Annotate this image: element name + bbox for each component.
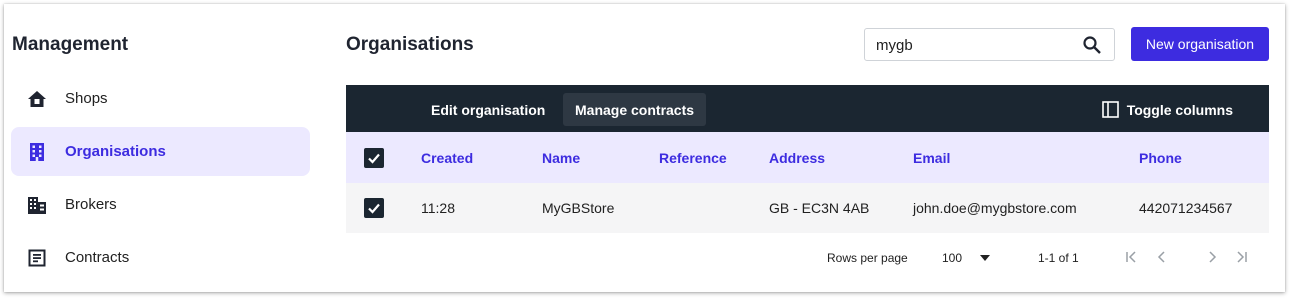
building-icon [27, 142, 47, 162]
column-header-created[interactable]: Created [421, 132, 473, 183]
last-page-icon[interactable] [1232, 247, 1252, 267]
sidebar-item-label: Brokers [65, 196, 117, 213]
next-page-icon[interactable] [1202, 247, 1222, 267]
column-header-email[interactable]: Email [913, 132, 950, 183]
first-page-icon[interactable] [1121, 247, 1141, 267]
column-header-phone[interactable]: Phone [1139, 132, 1182, 183]
cell-phone: 442071234567 [1139, 200, 1233, 216]
sidebar-item-shops[interactable]: Shops [11, 74, 310, 123]
sidebar-item-label: Shops [65, 90, 108, 107]
columns-icon [1101, 101, 1119, 118]
sidebar-item-organisations[interactable]: Organisations [11, 127, 310, 176]
cell-email: john.doe@mygbstore.com [913, 200, 1077, 216]
broker-building-icon [27, 195, 47, 215]
sidebar-item-brokers[interactable]: Brokers [11, 180, 310, 229]
app-window: Management Shops Organisations Brokers C… [4, 4, 1285, 292]
sidebar: Management Shops Organisations Brokers C… [4, 4, 324, 292]
edit-organisation-button[interactable]: Edit organisation [419, 93, 557, 126]
search-icon[interactable] [1082, 35, 1102, 55]
row-checkbox[interactable] [364, 198, 384, 218]
toggle-columns-label: Toggle columns [1126, 101, 1233, 118]
sidebar-title: Management [12, 34, 129, 55]
column-header-address[interactable]: Address [769, 132, 825, 183]
pagination-range: 1-1 of 1 [1038, 250, 1079, 265]
sidebar-item-label: Contracts [65, 249, 130, 266]
column-header-reference[interactable]: Reference [659, 132, 727, 183]
caret-down-icon [980, 254, 991, 261]
document-icon [27, 248, 47, 268]
new-organisation-button[interactable]: New organisation [1131, 27, 1269, 61]
table-header-row: Created Name Reference Address Email Pho… [346, 132, 1269, 183]
cell-address: GB - EC3N 4AB [769, 200, 870, 216]
shop-home-icon [27, 89, 47, 109]
previous-page-icon[interactable] [1152, 247, 1172, 267]
organisations-table: Edit organisation Manage contracts Toggl… [346, 85, 1269, 282]
sidebar-item-label: Organisations [65, 143, 166, 160]
select-all-checkbox[interactable] [364, 147, 384, 168]
toggle-columns-button[interactable]: Toggle columns [1101, 93, 1233, 126]
search-box [864, 28, 1115, 61]
table-toolbar: Edit organisation Manage contracts Toggl… [346, 85, 1269, 132]
cell-name: MyGBStore [542, 200, 615, 216]
column-header-name[interactable]: Name [542, 132, 580, 183]
cell-created: 11:28 [421, 200, 455, 216]
manage-contracts-button[interactable]: Manage contracts [563, 93, 707, 126]
table-pagination: Rows per page 100 1-1 of 1 [346, 233, 1269, 282]
table-row[interactable]: 11:28 MyGBStore GB - EC3N 4AB john.doe@m… [346, 183, 1269, 233]
search-input[interactable] [876, 34, 1066, 56]
rows-per-page-value: 100 [942, 250, 963, 265]
rows-per-page-label: Rows per page [827, 250, 908, 265]
sidebar-item-contracts[interactable]: Contracts [11, 233, 310, 282]
rows-per-page-select[interactable]: 100 [942, 233, 991, 282]
page-title: Organisations [346, 34, 474, 55]
